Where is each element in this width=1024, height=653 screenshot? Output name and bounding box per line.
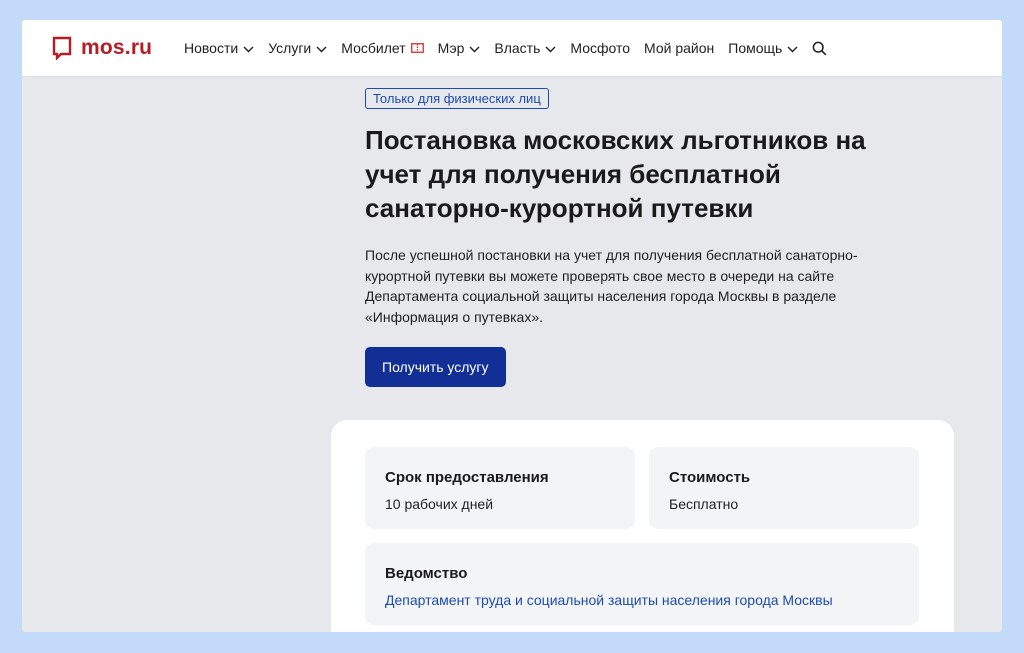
site-header: mos.ru Новости Услуги Мосбилет Мэр Власт… — [22, 20, 1002, 77]
nav-label: Мэр — [437, 40, 465, 56]
service-description: После успешной постановки на учет для по… — [365, 247, 858, 325]
nav-item-news[interactable]: Новости — [184, 40, 254, 56]
get-service-button[interactable]: Получить услугу — [365, 347, 506, 387]
nav-item-services[interactable]: Услуги — [268, 40, 327, 56]
term-value: 10 рабочих дней — [385, 496, 494, 512]
logo-icon — [52, 36, 72, 60]
chevron-down-icon — [243, 40, 254, 56]
search-icon[interactable] — [812, 41, 827, 56]
chevron-down-icon — [316, 40, 327, 56]
chevron-down-icon — [469, 40, 480, 56]
nav-item-government[interactable]: Власть — [494, 40, 556, 56]
main-nav: Новости Услуги Мосбилет Мэр Власть Мосфо… — [184, 20, 827, 76]
cost-title: Стоимость — [669, 469, 751, 486]
nav-label: Власть — [494, 40, 541, 56]
nav-item-my-district[interactable]: Мой район — [644, 40, 714, 56]
chevron-down-icon — [545, 40, 556, 56]
logo-text: mos.ru — [81, 36, 153, 59]
agency-tile: Ведомство Департамент труда и социальной… — [365, 543, 919, 625]
cost-tile: Стоимость Бесплатно — [649, 447, 919, 529]
site-logo[interactable]: mos.ru — [52, 36, 152, 60]
nav-label: Мосфото — [570, 40, 631, 56]
nav-item-mayor[interactable]: Мэр — [438, 40, 481, 56]
page-title: Постановка московских льготников на учет… — [365, 125, 866, 223]
agency-link[interactable]: Департамент труда и социальной защиты на… — [385, 592, 833, 608]
ticket-icon — [410, 40, 424, 56]
nav-label: Помощь — [728, 40, 783, 56]
agency-title: Ведомство — [385, 565, 468, 582]
nav-label: Мосбилет — [341, 40, 406, 56]
term-tile: Срок предоставления 10 рабочих дней — [365, 447, 635, 529]
cost-value: Бесплатно — [669, 496, 739, 512]
audience-badge: Только для физических лиц — [365, 88, 549, 109]
service-info-card: Срок предоставления 10 рабочих дней Стои… — [331, 420, 954, 632]
nav-item-mosbilet[interactable]: Мосбилет — [341, 40, 424, 56]
nav-label: Мой район — [644, 40, 715, 56]
nav-item-mosfoto[interactable]: Мосфото — [570, 40, 630, 56]
term-title: Срок предоставления — [385, 469, 549, 486]
nav-item-help[interactable]: Помощь — [728, 40, 798, 56]
service-intro: Только для физических лиц Постановка мос… — [365, 88, 965, 387]
nav-label: Услуги — [268, 40, 312, 56]
nav-label: Новости — [184, 40, 239, 56]
chevron-down-icon — [787, 40, 798, 56]
browser-viewport: mos.ru Новости Услуги Мосбилет Мэр Власт… — [22, 20, 1002, 632]
